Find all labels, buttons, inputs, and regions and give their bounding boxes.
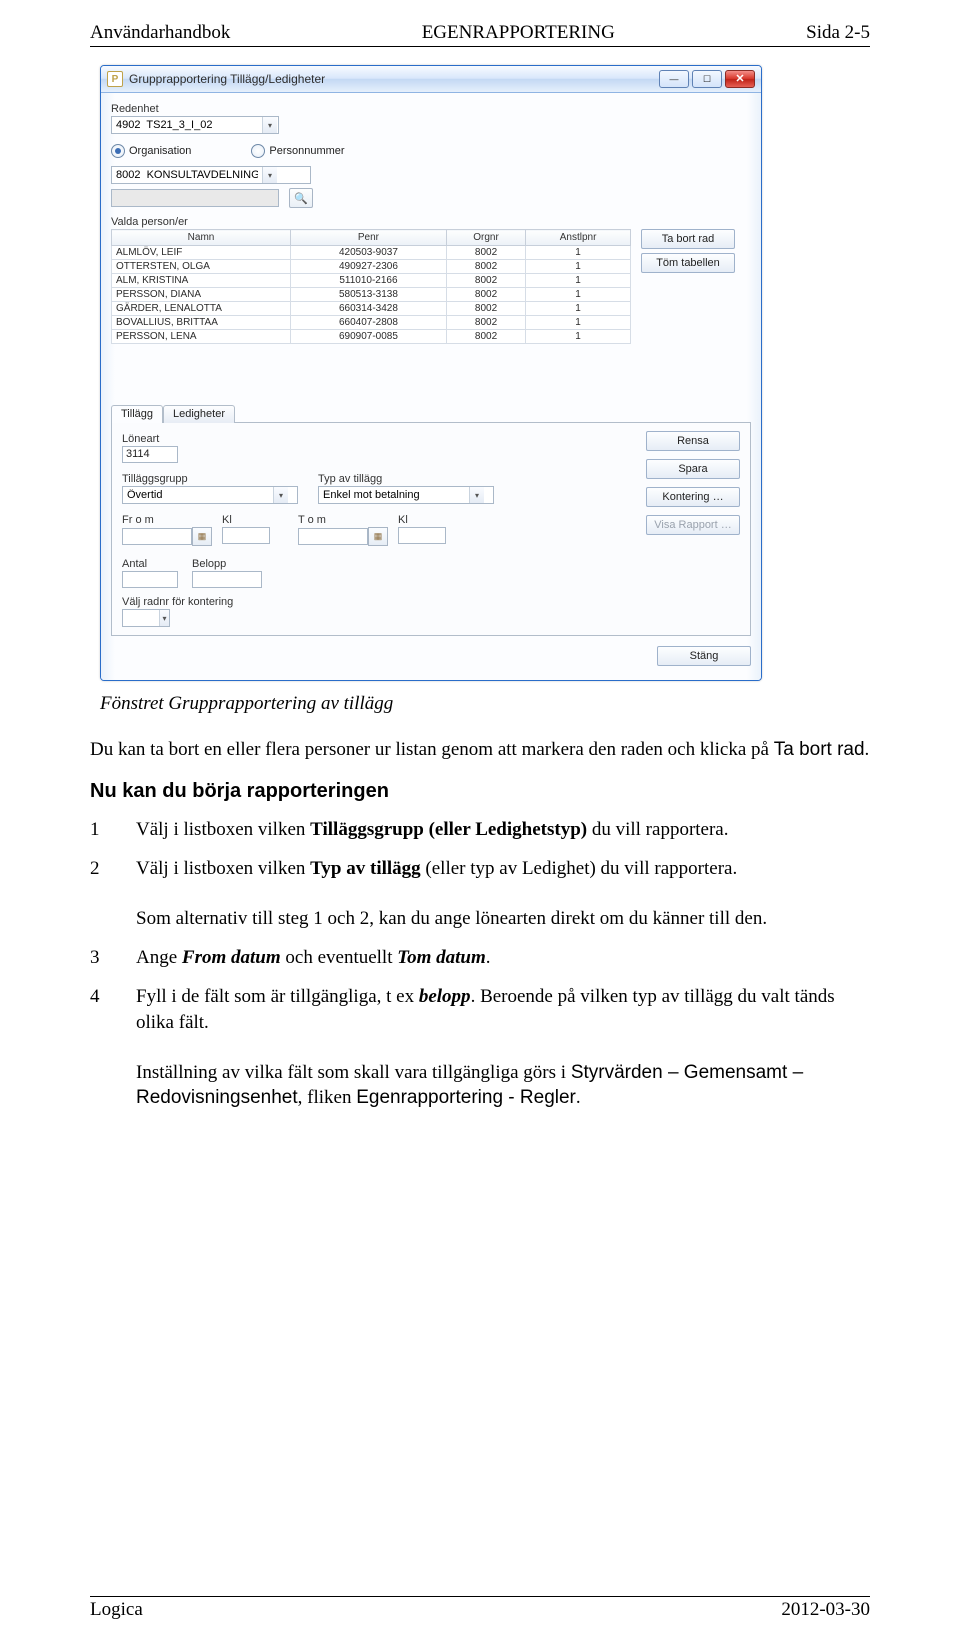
antal-input[interactable] [122, 571, 178, 588]
figure-caption: Fönstret Grupprapportering av tillägg [100, 693, 870, 715]
calendar-icon[interactable]: ▦ [192, 527, 212, 546]
col-anstlpnr[interactable]: Anstlpnr [526, 230, 631, 246]
redenhet-label: Redenhet [111, 103, 751, 115]
table-row[interactable]: GÄRDER, LENALOTTA660314-342880021 [112, 302, 631, 316]
col-penr[interactable]: Penr [291, 230, 447, 246]
spara-button[interactable]: Spara [646, 459, 740, 479]
redenhet-combo[interactable]: ▾ [111, 116, 279, 134]
chevron-down-icon[interactable]: ▾ [262, 117, 277, 133]
window-title: Grupprapportering Tillägg/Ledigheter [129, 72, 659, 86]
intro-paragraph: Du kan ta bort en eller flera personer u… [90, 737, 870, 762]
rensa-button[interactable]: Rensa [646, 431, 740, 451]
list-item: 4Fyll i de fält som är tillgängliga, t e… [90, 984, 870, 1123]
tillaggsgrupp-input[interactable] [123, 487, 273, 503]
typ-combo[interactable]: ▾ [318, 486, 494, 504]
footer-right: 2012-03-30 [781, 1599, 870, 1621]
app-window: P Grupprapportering Tillägg/Ledigheter —… [100, 65, 762, 681]
numbered-list: 1Välj i listboxen vilken Tilläggsgrupp (… [90, 817, 870, 1124]
belopp-input[interactable] [192, 571, 262, 588]
radio-dot-icon [111, 144, 125, 158]
tom-input[interactable] [298, 528, 368, 545]
loneart-input[interactable]: 3114 [122, 446, 178, 463]
radio-organisation[interactable]: Organisation [111, 144, 191, 158]
kl1-input[interactable] [222, 527, 270, 544]
tab-ledigheter[interactable]: Ledigheter [163, 405, 235, 423]
antal-label: Antal [122, 558, 178, 570]
kontering-combo[interactable]: ▾ [122, 609, 170, 627]
chevron-down-icon[interactable]: ▾ [273, 487, 288, 503]
app-icon: P [107, 71, 123, 87]
tom-label: T o m [298, 514, 388, 526]
list-item: 1Välj i listboxen vilken Tilläggsgrupp (… [90, 817, 870, 856]
kl2-input[interactable] [398, 527, 446, 544]
table-row[interactable]: PERSSON, LENA690907-008580021 [112, 330, 631, 344]
table-row[interactable]: ALMLÖV, LEIF420503-903780021 [112, 246, 631, 260]
titlebar: P Grupprapportering Tillägg/Ledigheter —… [101, 66, 761, 93]
kl1-label: Kl [222, 514, 270, 526]
redenhet-input[interactable] [112, 117, 262, 133]
from-label: Fr o m [122, 514, 212, 526]
radio-org-label: Organisation [129, 145, 191, 157]
radio-pnr-label: Personnummer [269, 145, 344, 157]
hdr-rule [90, 46, 870, 47]
list-item: 2Välj i listboxen vilken Typ av tillägg … [90, 856, 870, 945]
hdr-left: Användarhandbok [90, 22, 230, 44]
chevron-down-icon[interactable]: ▾ [469, 487, 484, 503]
kontering-input[interactable] [123, 610, 159, 626]
binoculars-icon: 🔍 [294, 192, 308, 205]
typ-label: Typ av tillägg [318, 473, 498, 485]
valda-label: Valda person/er [111, 216, 751, 228]
visa-rapport-button[interactable]: Visa Rapport … [646, 515, 740, 535]
org-combo[interactable]: ▾ [111, 166, 311, 184]
chevron-down-icon[interactable]: ▾ [262, 167, 277, 183]
secondary-combo [111, 189, 279, 207]
kl2-label: Kl [398, 514, 446, 526]
table-row[interactable]: BOVALLIUS, BRITTAA660407-280880021 [112, 316, 631, 330]
maximize-button[interactable]: ☐ [692, 70, 722, 88]
list-item: 3Ange From datum och eventuellt Tom datu… [90, 945, 870, 984]
table-row[interactable]: ALM, KRISTINA511010-216680021 [112, 274, 631, 288]
org-input[interactable] [112, 167, 262, 183]
minimize-button[interactable]: — [659, 70, 689, 88]
loneart-label: Löneart [122, 433, 646, 445]
section-heading: Nu kan du börja rapporteringen [90, 780, 870, 803]
radio-dot-icon [251, 144, 265, 158]
from-input[interactable] [122, 528, 192, 545]
tillaggsgrupp-combo[interactable]: ▾ [122, 486, 298, 504]
hdr-center: EGENRAPPORTERING [422, 22, 615, 44]
calendar-icon[interactable]: ▦ [368, 527, 388, 546]
footer-left: Logica [90, 1599, 143, 1621]
stang-button[interactable]: Stäng [657, 646, 751, 666]
tab-panel: Löneart 3114 Tilläggsgrupp ▾ Typ av till… [111, 422, 751, 636]
close-button[interactable]: ✕ [725, 70, 755, 88]
ta-bort-rad-button[interactable]: Ta bort rad [641, 229, 735, 249]
hdr-right: Sida 2-5 [806, 22, 870, 44]
person-table[interactable]: Namn Penr Orgnr Anstlpnr ALMLÖV, LEIF420… [111, 229, 631, 344]
tillaggsgrupp-label: Tilläggsgrupp [122, 473, 302, 485]
tom-tabellen-button[interactable]: Töm tabellen [641, 253, 735, 273]
table-row[interactable]: OTTERSTEN, OLGA490927-230680021 [112, 260, 631, 274]
col-orgnr[interactable]: Orgnr [446, 230, 525, 246]
chevron-down-icon[interactable]: ▾ [159, 610, 169, 626]
tab-tillagg[interactable]: Tillägg [111, 405, 163, 423]
col-namn[interactable]: Namn [112, 230, 291, 246]
belopp-label: Belopp [192, 558, 262, 570]
table-row[interactable]: PERSSON, DIANA580513-313880021 [112, 288, 631, 302]
secondary-input [112, 190, 262, 206]
radio-personnummer[interactable]: Personnummer [251, 144, 344, 158]
search-button[interactable]: 🔍 [289, 188, 313, 208]
kontering-label: Välj radnr för kontering [122, 596, 646, 608]
kontering-button[interactable]: Kontering … [646, 487, 740, 507]
typ-input[interactable] [319, 487, 469, 503]
